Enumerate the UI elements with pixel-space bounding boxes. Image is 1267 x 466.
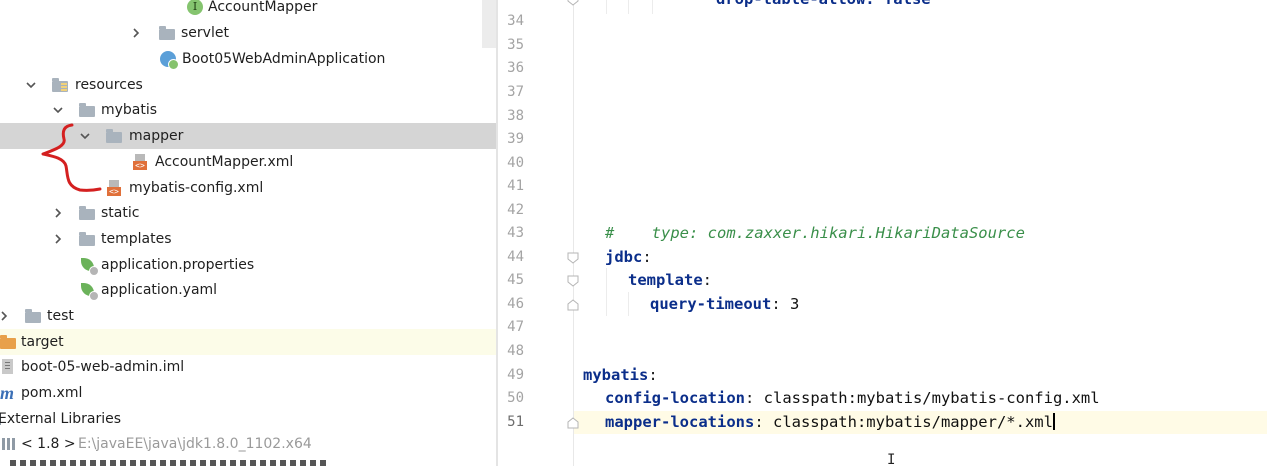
tree-item-mapper[interactable]: mapper xyxy=(0,123,496,149)
line-number: 49 xyxy=(507,367,524,383)
code-line-43: # type: com.zaxxer.hikari.HikariDataSour… xyxy=(605,224,1025,242)
package-icon xyxy=(159,20,175,46)
text-caret xyxy=(1052,413,1055,430)
line-number: 44 xyxy=(507,249,524,265)
fold-end-marker-icon[interactable] xyxy=(567,417,579,429)
fold-marker-icon[interactable] xyxy=(567,275,579,287)
line-number: 50 xyxy=(507,390,524,406)
tree-item-partial xyxy=(0,457,496,466)
indent-guide xyxy=(606,0,607,14)
fold-marker-icon[interactable] xyxy=(567,0,579,6)
tree-item-mybatis[interactable]: mybatis xyxy=(0,97,496,123)
resources-folder-icon xyxy=(52,72,68,98)
tree-item-resources[interactable]: resources xyxy=(0,72,496,98)
spring-config-icon xyxy=(80,252,99,278)
indent-guide xyxy=(628,292,629,316)
xml-file-icon: <> xyxy=(132,149,148,175)
tree-item-static[interactable]: static xyxy=(0,200,496,226)
ibeam-cursor-icon: I xyxy=(887,452,896,466)
tree-item-target[interactable]: target xyxy=(0,329,496,355)
line-number: 47 xyxy=(507,319,524,335)
folder-icon xyxy=(106,123,122,149)
indent-guide xyxy=(628,0,629,14)
line-number: 48 xyxy=(507,343,524,359)
chevron-right-icon[interactable] xyxy=(50,200,66,226)
maven-icon: m xyxy=(0,383,15,403)
line-number: 39 xyxy=(507,131,524,147)
tree-item-test[interactable]: test xyxy=(0,303,496,329)
chevron-right-icon[interactable] xyxy=(50,226,66,252)
folder-icon xyxy=(79,97,95,123)
fold-end-marker-icon[interactable] xyxy=(567,299,579,311)
spring-config-icon xyxy=(80,277,99,303)
tree-item-accountmapper-xml[interactable]: <> AccountMapper.xml xyxy=(0,149,496,175)
folder-icon xyxy=(79,200,95,226)
line-number: 37 xyxy=(507,84,524,100)
code-editor[interactable]: drop-table-allow: false 34 35 36 37 38 3… xyxy=(498,0,1267,466)
tree-item-mybatis-config-xml[interactable]: <> mybatis-config.xml xyxy=(0,175,496,201)
indent-guide xyxy=(652,0,653,14)
code-line-46: query-timeout: 3 xyxy=(650,295,800,313)
interface-icon: I xyxy=(187,0,203,20)
tree-item-servlet[interactable]: servlet xyxy=(0,20,496,46)
iml-file-icon xyxy=(0,354,16,380)
cut-off-row xyxy=(10,460,330,466)
tree-item-templates[interactable]: templates xyxy=(0,226,496,252)
line-number: 42 xyxy=(507,202,524,218)
indent-guide xyxy=(606,268,607,316)
code-line-33: drop-table-allow: false xyxy=(716,0,931,11)
tree-item-external-libraries[interactable]: External Libraries xyxy=(0,406,496,432)
orange-folder-icon xyxy=(0,329,16,355)
line-number: 36 xyxy=(507,60,524,76)
fold-marker-icon[interactable] xyxy=(567,252,579,264)
code-line-51: mapper-locations: classpath:mybatis/mapp… xyxy=(605,413,1055,431)
code-line-49: mybatis: xyxy=(583,366,658,384)
line-number: 40 xyxy=(507,155,524,171)
chevron-down-icon[interactable] xyxy=(50,97,66,123)
line-number: 35 xyxy=(507,37,524,53)
line-number: 34 xyxy=(507,13,524,29)
code-line-44: jdbc: xyxy=(605,248,652,266)
jdk-icon xyxy=(0,431,16,457)
tree-item-pom-xml[interactable]: m pom.xml xyxy=(0,380,496,406)
spring-boot-class-icon xyxy=(160,46,179,72)
chevron-down-icon[interactable] xyxy=(77,123,93,149)
tree-item-application-yaml[interactable]: application.yaml xyxy=(0,277,496,303)
tree-item-accountmapper-interface[interactable]: I AccountMapper xyxy=(0,0,496,20)
tree-item-application-properties[interactable]: application.properties xyxy=(0,252,496,278)
code-line-45: template: xyxy=(628,271,712,289)
folder-icon xyxy=(25,303,41,329)
project-tree: I AccountMapper servlet Boot05WebAdminAp… xyxy=(0,0,496,466)
chevron-down-icon[interactable] xyxy=(23,72,39,98)
folder-icon xyxy=(79,226,95,252)
tree-item-boot05webadminapplication[interactable]: Boot05WebAdminApplication xyxy=(0,46,496,72)
tree-item-jdk[interactable]: < 1.8 > E:\javaEE\java\jdk1.8.0_1102.x64 xyxy=(0,431,496,457)
line-number: 45 xyxy=(507,272,524,288)
chevron-right-icon[interactable] xyxy=(0,303,12,329)
chevron-right-icon[interactable] xyxy=(128,20,144,46)
code-line-50: config-location: classpath:mybatis/mybat… xyxy=(605,389,1100,407)
line-number: 41 xyxy=(507,178,524,194)
tree-item-iml-file[interactable]: boot-05-web-admin.iml xyxy=(0,354,496,380)
line-number: 38 xyxy=(507,108,524,124)
line-number-current: 51 xyxy=(507,414,524,430)
xml-file-icon: <> xyxy=(106,175,122,201)
line-number: 46 xyxy=(507,296,524,312)
line-number: 43 xyxy=(507,225,524,241)
